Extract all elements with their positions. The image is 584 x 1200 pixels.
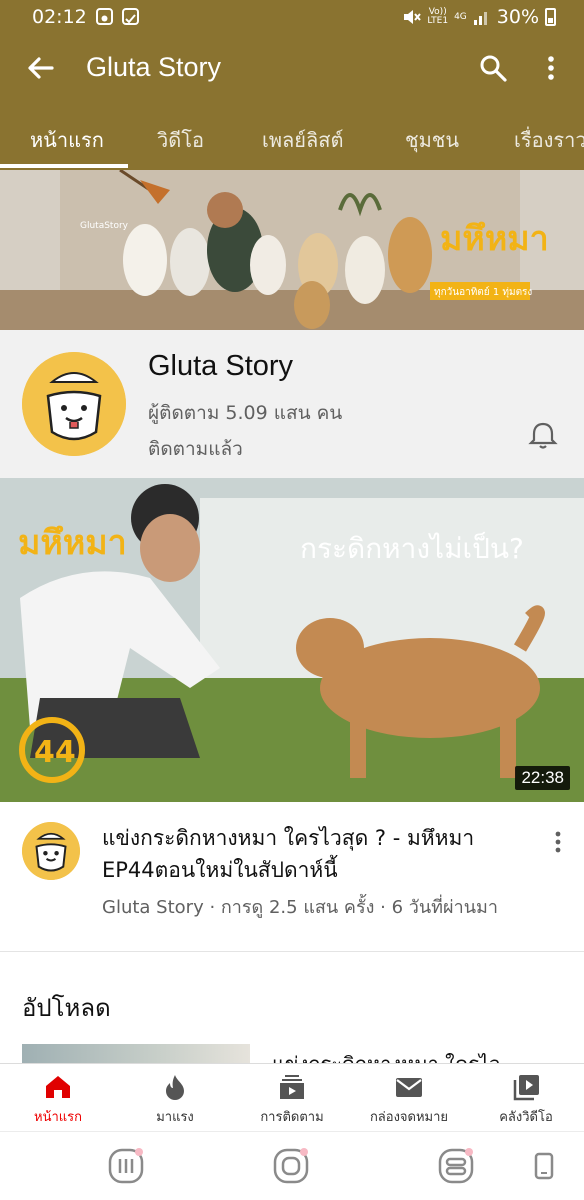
signal-icon bbox=[473, 12, 487, 25]
channel-header: Gluta Story ผู้ติดตาม 5.09 แสน คน ติดตาม… bbox=[0, 330, 584, 478]
thumb-caption: กระดิกหางไม่เป็น? bbox=[300, 531, 524, 565]
recent-apps-icon[interactable] bbox=[106, 1146, 146, 1186]
channel-banner: GlutaStory มหึหมา ทุกวันอาทิตย์ 1 ทุ่มตร… bbox=[0, 170, 584, 330]
channel-name: Gluta Story bbox=[148, 350, 294, 382]
nav-inbox[interactable]: กล่องจดหมาย bbox=[351, 1064, 467, 1132]
featured-video-thumbnail[interactable]: มหึหมา กระดิกหางไม่เป็น? 44 22:38 bbox=[0, 478, 584, 802]
network-label: 4G bbox=[454, 11, 467, 22]
battery-icon bbox=[545, 8, 556, 26]
tab-videos[interactable]: วิดีโอ bbox=[157, 124, 204, 156]
tab-indicator bbox=[0, 164, 128, 168]
banner-logo-text: GlutaStory bbox=[80, 221, 129, 231]
tab-community[interactable]: ชุมชน bbox=[405, 124, 459, 156]
dog-mascot-icon bbox=[22, 822, 80, 880]
video-duration: 22:38 bbox=[515, 766, 570, 790]
nav-subscriptions-label: การติดตาม bbox=[260, 1110, 324, 1125]
battery-text: 30% bbox=[496, 6, 539, 28]
upload-thumbnail[interactable] bbox=[22, 1044, 250, 1064]
uploads-heading: อัปโหลด bbox=[22, 994, 111, 1022]
library-icon bbox=[513, 1075, 539, 1101]
banner-artwork: GlutaStory มหึหมา ทุกวันอาทิตย์ 1 ทุ่มตร… bbox=[0, 170, 584, 330]
nav-subscriptions[interactable]: การติดตาม bbox=[234, 1064, 350, 1132]
tab-stories[interactable]: เรื่องราว bbox=[514, 124, 584, 156]
video-title[interactable]: แข่งกระดิกหางหมา ใครไวสุด ? - มหึหมา EP4… bbox=[102, 822, 522, 886]
banner-show-title: มหึหมา bbox=[440, 219, 549, 259]
channel-avatar[interactable] bbox=[22, 352, 126, 456]
nav-home[interactable]: หน้าแรก bbox=[0, 1064, 116, 1132]
search-icon[interactable] bbox=[478, 53, 508, 83]
nav-library[interactable]: คลังวิดีโอ bbox=[468, 1064, 584, 1132]
tab-home[interactable]: หน้าแรก bbox=[30, 124, 104, 156]
subscribe-button[interactable]: ติดตามแล้ว bbox=[148, 434, 243, 464]
video-channel-avatar[interactable] bbox=[22, 822, 80, 880]
dog-mascot-icon bbox=[22, 352, 126, 456]
subscriptions-icon bbox=[280, 1075, 304, 1099]
upload-title[interactable]: แข่งกระดิกหางหมา ใครไว bbox=[272, 1048, 500, 1064]
tab-playlists[interactable]: เพลย์ลิสต์ bbox=[262, 124, 343, 156]
more-vert-icon[interactable] bbox=[536, 53, 566, 83]
status-time: 02:12 bbox=[32, 6, 87, 28]
inbox-mail-icon bbox=[396, 1078, 422, 1097]
channel-tabs: หน้าแรก วิดีโอ เพลย์ลิสต์ ชุมชน เรื่องรา… bbox=[0, 104, 584, 170]
featured-video-artwork: มหึหมา กระดิกหางไม่เป็น? 44 bbox=[0, 478, 584, 802]
more-vert-icon[interactable] bbox=[548, 830, 568, 854]
phone-screen-icon[interactable] bbox=[524, 1146, 564, 1186]
nav-inbox-label: กล่องจดหมาย bbox=[369, 1110, 449, 1125]
arrow-left-icon[interactable] bbox=[24, 51, 58, 85]
upload-list-item[interactable]: แข่งกระดิกหางหมา ใครไว bbox=[0, 1040, 584, 1064]
notification-icon bbox=[96, 8, 113, 25]
video-meta: Gluta Story · การดู 2.5 แสน ครั้ง · 6 วั… bbox=[102, 897, 498, 918]
status-bar: 02:12 Vo)) LTE1 4G 30% bbox=[0, 0, 584, 34]
bell-icon[interactable] bbox=[528, 420, 558, 450]
page-title: Gluta Story bbox=[86, 52, 222, 82]
bottom-navigation: หน้าแรก มาแรง การติดตาม กล่องจดหมาย คลัง… bbox=[0, 1063, 584, 1131]
system-navigation bbox=[0, 1131, 584, 1200]
featured-video-info[interactable]: แข่งกระดิกหางหมา ใครไวสุด ? - มหึหมา EP4… bbox=[0, 802, 584, 952]
nav-library-label: คลังวิดีโอ bbox=[499, 1110, 553, 1125]
banner-schedule: ทุกวันอาทิตย์ 1 ทุ่มตรง bbox=[434, 286, 532, 298]
back-button-icon[interactable] bbox=[436, 1146, 476, 1186]
app-bar: Gluta Story bbox=[0, 34, 584, 104]
episode-number: 44 bbox=[34, 735, 76, 770]
nav-trending-label: มาแรง bbox=[156, 1110, 194, 1125]
thumb-show-title: มหึหมา bbox=[18, 523, 127, 563]
nav-trending[interactable]: มาแรง bbox=[117, 1064, 233, 1132]
status-right: Vo)) LTE1 4G 30% bbox=[401, 6, 556, 28]
mute-icon bbox=[404, 10, 422, 24]
checklist-notification-icon bbox=[122, 8, 139, 25]
home-button-icon[interactable] bbox=[271, 1146, 311, 1186]
home-icon bbox=[46, 1076, 70, 1098]
subscriber-count: ผู้ติดตาม 5.09 แสน คน bbox=[148, 402, 343, 424]
volte-label: Vo)) LTE1 bbox=[427, 7, 449, 26]
trending-flame-icon bbox=[166, 1075, 184, 1100]
nav-home-label: หน้าแรก bbox=[34, 1110, 82, 1125]
